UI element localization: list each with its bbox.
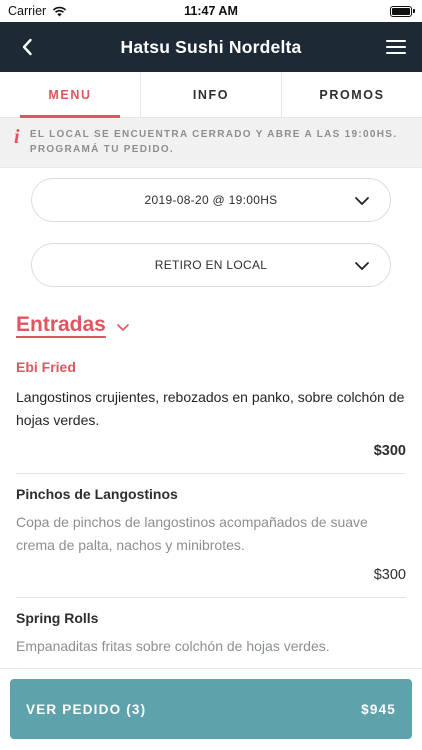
schedule-selector[interactable]: 2019-08-20 @ 19:00HS xyxy=(31,178,391,222)
menu-item[interactable]: Ebi Fried Langostinos crujientes, reboza… xyxy=(16,337,406,474)
order-total: $945 xyxy=(361,701,396,717)
menu-icon-line xyxy=(386,40,406,42)
battery-icon xyxy=(390,5,415,17)
tab-menu-label: MENU xyxy=(48,87,92,102)
order-footer: VER PEDIDO (3) $945 xyxy=(0,668,422,750)
category-title: Entradas xyxy=(16,313,106,336)
schedule-value: 2019-08-20 @ 19:00HS xyxy=(144,193,278,207)
nav-bar: Hatsu Sushi Nordelta xyxy=(0,22,422,72)
menu-item-name: Pinchos de Langostinos xyxy=(16,486,178,502)
tab-promos-label: PROMOS xyxy=(319,87,385,102)
menu-item-name: Ebi Fried xyxy=(16,359,76,375)
closed-notice: i EL LOCAL SE ENCUENTRA CERRADO Y ABRE A… xyxy=(0,118,422,168)
status-left: Carrier xyxy=(8,4,67,18)
menu-item-description: Empanaditas fritas sobre colchón de hoja… xyxy=(16,638,330,654)
delivery-mode-value: RETIRO EN LOCAL xyxy=(154,258,268,272)
menu-icon-line xyxy=(386,46,406,48)
menu-item[interactable]: Spring Rolls Empanaditas fritas sobre co… xyxy=(16,598,406,672)
menu-item-price: $300 xyxy=(373,567,406,583)
category-header[interactable]: Entradas xyxy=(16,313,406,337)
chevron-down-icon xyxy=(355,262,369,270)
tab-info-label: INFO xyxy=(192,87,230,102)
menu-item-description: Langostinos crujientes, rebozados en pan… xyxy=(16,389,405,428)
hamburger-menu-button[interactable] xyxy=(386,36,406,58)
menu-item-price: $300 xyxy=(373,443,406,459)
status-bar: Carrier 11:47 AM xyxy=(0,0,422,22)
chevron-down-icon xyxy=(117,324,129,331)
chevron-down-icon xyxy=(355,197,369,205)
view-order-label: VER PEDIDO (3) xyxy=(26,701,147,717)
chevron-left-icon xyxy=(22,38,32,56)
menu-icon-line xyxy=(386,52,406,54)
closed-notice-text: EL LOCAL SE ENCUENTRA CERRADO Y ABRE A L… xyxy=(29,129,398,155)
active-tab-indicator xyxy=(20,115,120,118)
tab-bar: MENU INFO PROMOS xyxy=(0,72,422,118)
delivery-mode-selector[interactable]: RETIRO EN LOCAL xyxy=(31,243,391,287)
tab-info[interactable]: INFO xyxy=(140,72,281,117)
carrier-label: Carrier xyxy=(8,4,47,18)
view-order-button[interactable]: VER PEDIDO (3) $945 xyxy=(10,679,412,739)
menu-item-name: Spring Rolls xyxy=(16,610,99,626)
page-title: Hatsu Sushi Nordelta xyxy=(120,36,302,57)
menu-item[interactable]: Pinchos de Langostinos Copa de pinchos d… xyxy=(16,474,406,598)
info-icon: i xyxy=(14,126,20,148)
tab-menu[interactable]: MENU xyxy=(0,72,140,118)
menu-item-description: Copa de pinchos de langostinos acompañad… xyxy=(16,514,368,553)
tab-promos[interactable]: PROMOS xyxy=(281,72,422,117)
wifi-icon xyxy=(53,6,67,16)
back-button[interactable] xyxy=(14,34,40,60)
